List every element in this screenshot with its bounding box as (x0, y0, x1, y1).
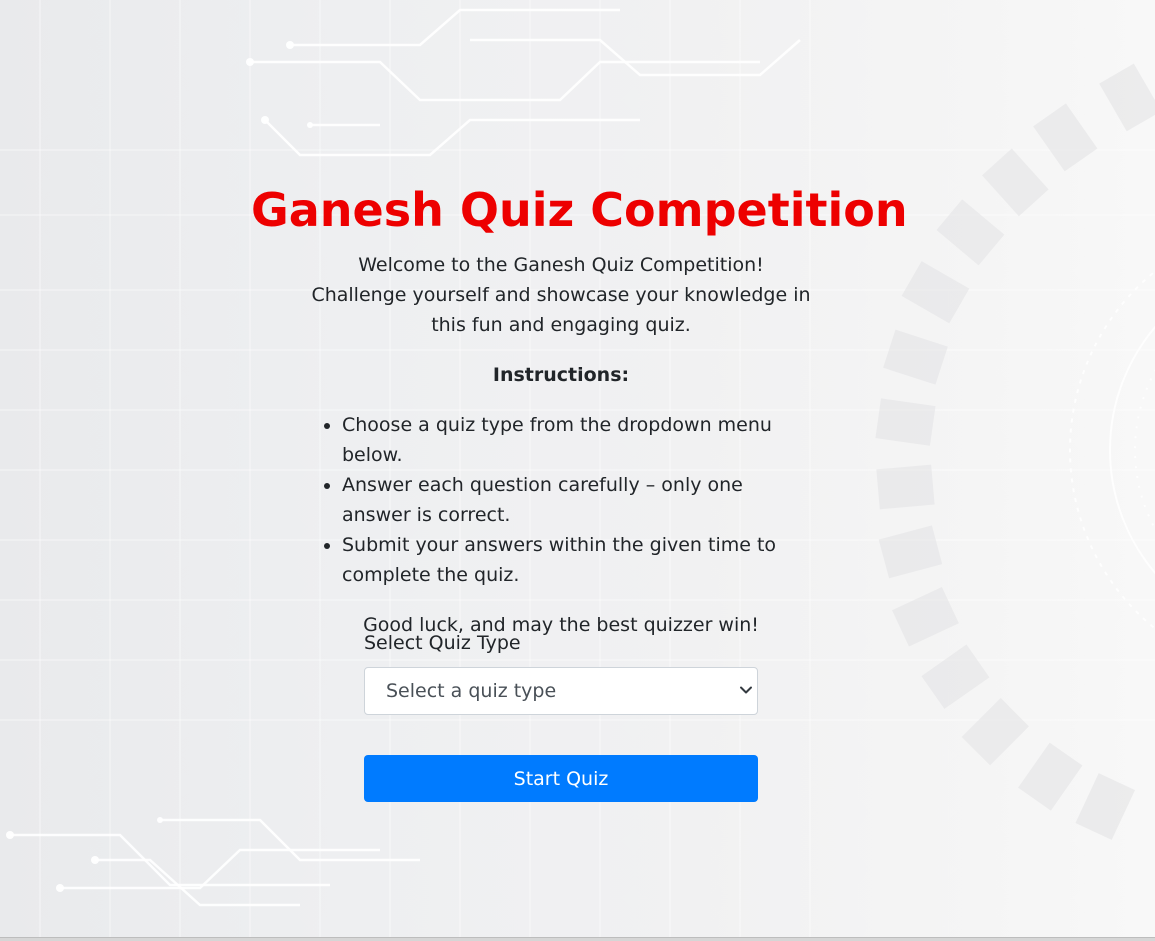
quiz-form: Select Quiz Type Select a quiz type Star… (364, 630, 758, 802)
quiz-type-label: Select Quiz Type (364, 632, 521, 654)
instruction-item: Submit your answers within the given tim… (342, 530, 811, 590)
intro-text: Welcome to the Ganesh Quiz Competition! … (311, 254, 811, 336)
instructions-heading: Instructions: (492, 364, 630, 386)
instruction-item: Choose a quiz type from the dropdown men… (342, 410, 811, 470)
page-title: Ganesh Quiz Competition (251, 183, 908, 237)
quiz-intro-panel: Ganesh Quiz Competition Welcome to the G… (251, 180, 908, 802)
instructions-list: Choose a quiz type from the dropdown men… (311, 410, 811, 590)
instruction-item: Answer each question carefully – only on… (342, 470, 811, 530)
chevron-down-icon (740, 686, 752, 694)
bottom-border (0, 937, 1155, 941)
quiz-type-select-value: Select a quiz type (386, 680, 557, 702)
quiz-type-select[interactable]: Select a quiz type (364, 667, 758, 715)
start-quiz-button[interactable]: Start Quiz (364, 755, 758, 802)
